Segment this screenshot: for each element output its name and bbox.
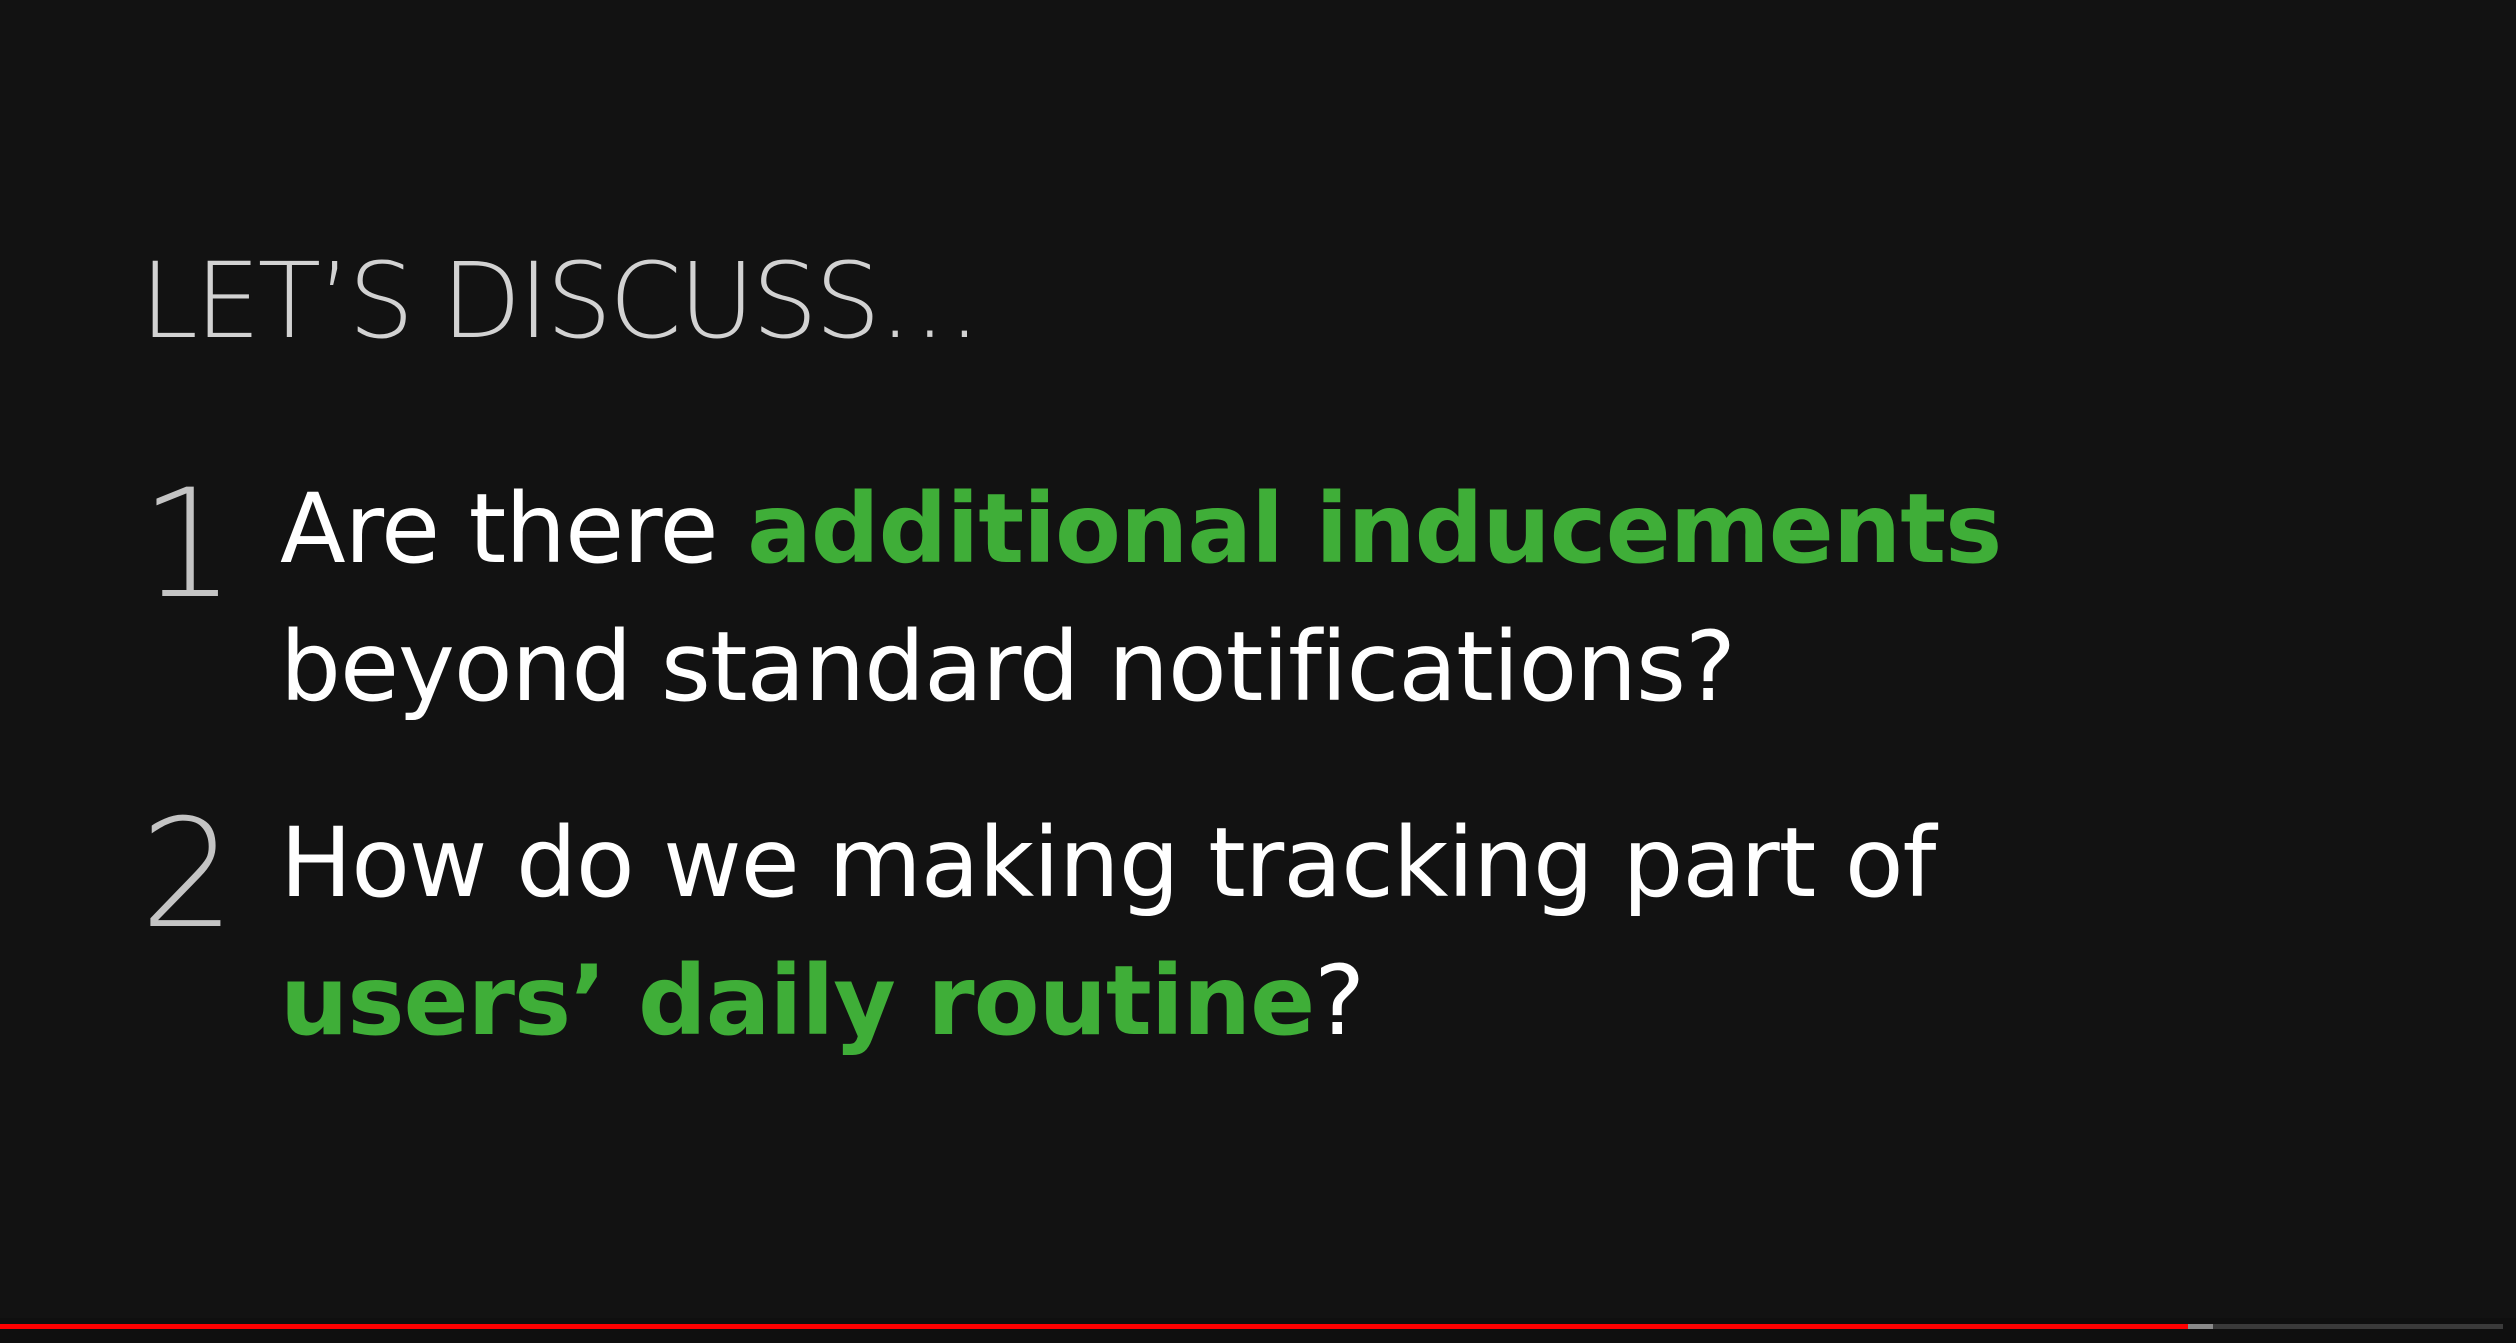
question-2: How do we making tracking part of users’… [280, 794, 1936, 1070]
question-2-highlight: users’ daily routine [280, 945, 1315, 1057]
item-number-1: 1 [140, 458, 236, 632]
question-2-text: How do we making tracking part of [280, 807, 1936, 919]
video-progress-bar[interactable] [0, 1324, 2503, 1329]
question-1: Are there additional inducements beyond … [280, 460, 2002, 736]
question-2-end: ? [1314, 945, 1365, 1057]
video-frame-slide: LET’S DISCUSS… 1 Are there additional in… [0, 0, 2516, 1318]
item-number-2: 2 [140, 788, 236, 962]
progress-played [0, 1324, 2188, 1329]
question-1-highlight: additional inducements [747, 473, 2002, 585]
slide-heading: LET’S DISCUSS… [140, 240, 982, 362]
question-1-text: Are there [280, 473, 748, 585]
question-1-text-line2: beyond standard notifications? [280, 611, 1736, 723]
